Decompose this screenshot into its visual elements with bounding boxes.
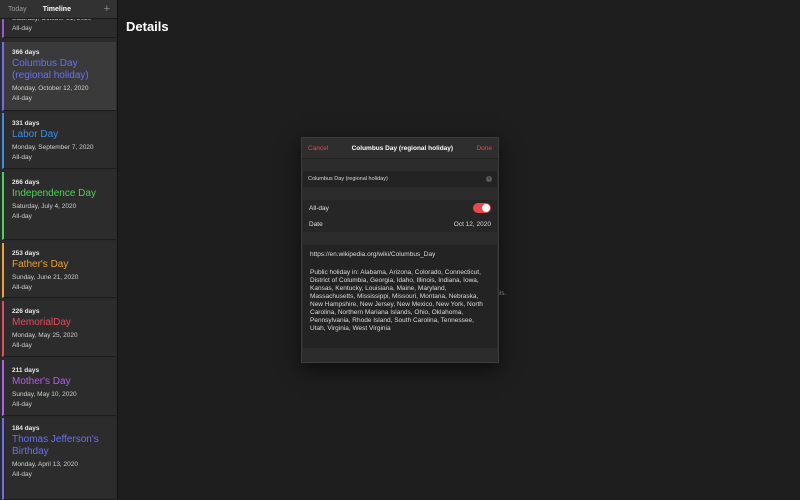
event-card-columbus-day[interactable]: 366 days Columbus Day (regional holiday)… [2, 42, 116, 111]
event-date: Monday, May 25, 2020 [12, 332, 78, 339]
event-title: Columbus Day (regional holiday) [12, 58, 89, 81]
event-allday: All-day [12, 342, 32, 349]
done-button[interactable]: Done [476, 145, 492, 152]
event-url: https://en.wikipedia.org/wiki/Columbus_D… [310, 251, 436, 258]
allday-toggle[interactable] [473, 203, 491, 213]
date-value[interactable]: Oct 12, 2020 [454, 221, 491, 228]
date-label: Date [309, 220, 323, 228]
event-date: Sunday, May 10, 2020 [12, 391, 77, 398]
event-days: 253 days [12, 250, 40, 257]
event-days: 211 days [12, 367, 40, 374]
event-card-labor-day[interactable]: 331 days Labor Day Monday, September 7, … [2, 113, 116, 169]
event-allday: All-day [12, 25, 32, 32]
event-days: 266 days [12, 179, 40, 186]
event-card-memorial-day[interactable]: 226 days MemorialDay Monday, May 25, 202… [2, 301, 116, 357]
event-card-fathers-day[interactable]: 253 days Father's Day Sunday, June 21, 2… [2, 243, 116, 298]
event-card-mothers-day[interactable]: 211 days Mother's Day Sunday, May 10, 20… [2, 360, 116, 416]
event-days: 331 days [12, 120, 40, 127]
edit-event-dialog: Cancel Columbus Day (regional holiday) D… [301, 137, 499, 363]
event-date: Monday, September 7, 2020 [12, 144, 94, 151]
dialog-title: Columbus Day (regional holiday) [351, 144, 454, 152]
cancel-button[interactable]: Cancel [308, 145, 328, 152]
event-allday: All-day [12, 401, 32, 408]
clear-icon[interactable]: × [486, 176, 492, 182]
date-row[interactable]: Date Oct 12, 2020 [303, 216, 497, 232]
toggle-knob [482, 204, 490, 212]
event-days: 366 days [12, 49, 40, 56]
event-allday: All-day [12, 471, 32, 478]
event-allday: All-day [12, 95, 32, 102]
tab-bar: Today Timeline + [0, 0, 117, 19]
event-title: MemorialDay [12, 317, 71, 328]
event-allday: All-day [12, 154, 32, 161]
sidebar: Saturday, October 31, 2020 All-day 366 d… [0, 0, 118, 500]
event-title: Independence Day [12, 188, 96, 199]
event-allday: All-day [12, 284, 32, 291]
event-date: Saturday, July 4, 2020 [12, 203, 77, 210]
event-date: Monday, April 13, 2020 [12, 461, 79, 468]
plus-icon[interactable]: + [104, 3, 110, 15]
event-card-independence-day[interactable]: 266 days Independence Day Saturday, July… [2, 172, 116, 240]
event-days: 184 days [12, 425, 40, 432]
event-title: Father's Day [12, 259, 69, 270]
event-title: Mother's Day [12, 376, 71, 387]
event-days: 226 days [12, 308, 40, 315]
notes-field[interactable]: https://en.wikipedia.org/wiki/Columbus_D… [303, 245, 497, 348]
tab-timeline[interactable]: Timeline [35, 6, 79, 13]
event-date: Sunday, June 21, 2020 [12, 274, 79, 281]
allday-row: All-day [303, 200, 497, 216]
event-date: Monday, October 12, 2020 [12, 85, 89, 92]
event-title: Labor Day [12, 129, 59, 140]
event-name-value: Columbus Day (regional holiday) [308, 176, 388, 182]
event-title: Thomas Jefferson's Birthday [12, 434, 99, 457]
event-card-thomas-jefferson-birthday[interactable]: 184 days Thomas Jefferson's Birthday Mon… [2, 418, 116, 500]
tab-today[interactable]: Today [0, 6, 35, 13]
event-name-field[interactable]: Columbus Day (regional holiday) × [303, 171, 497, 187]
event-notes: Public holiday in: Alabama, Arizona, Col… [310, 269, 483, 332]
date-settings-group: All-day Date Oct 12, 2020 [303, 200, 497, 232]
allday-label: All-day [309, 204, 329, 212]
page-title: Details [126, 19, 169, 34]
dialog-header: Cancel Columbus Day (regional holiday) D… [302, 138, 498, 159]
event-allday: All-day [12, 213, 32, 220]
